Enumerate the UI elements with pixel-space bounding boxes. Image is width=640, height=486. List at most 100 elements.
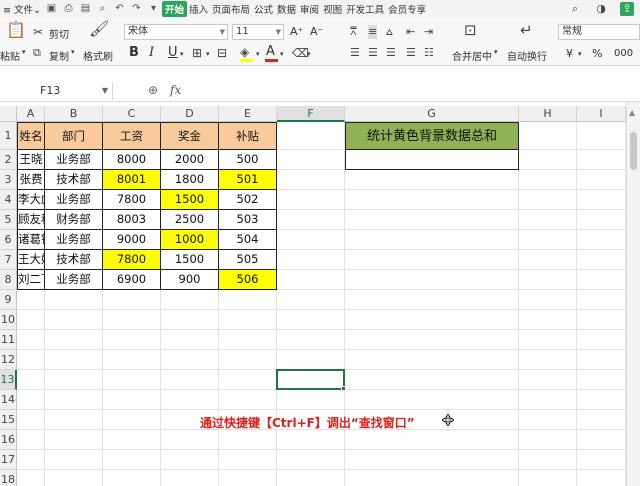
tab-view[interactable]: 视图 — [321, 2, 344, 16]
bold-button[interactable]: B — [129, 46, 139, 60]
eraser-dropdown-icon[interactable]: ▾ — [307, 50, 311, 58]
table-cell[interactable]: 8003 — [103, 210, 161, 230]
font-name-select[interactable]: 宋体 ▼ — [124, 24, 228, 40]
wrap-text-button[interactable]: 自动换行 — [507, 48, 547, 63]
border-dropdown-icon[interactable]: ▾ — [206, 50, 210, 58]
merge-dropdown-icon[interactable]: ▾ — [494, 48, 498, 56]
row-header-3[interactable]: 3 — [0, 170, 17, 190]
row-header-18[interactable]: 18 — [0, 470, 17, 486]
row-header-15[interactable]: 15 — [0, 410, 17, 430]
row-header-5[interactable]: 5 — [0, 210, 17, 230]
row-header-10[interactable]: 10 — [0, 310, 17, 330]
number-format-select[interactable]: 常规 — [558, 24, 640, 40]
selected-cell-f13[interactable] — [276, 369, 345, 390]
highlighted-table-cell[interactable]: 506 — [219, 270, 277, 290]
menu-file[interactable]: ≡ 文件⌄ — [0, 2, 43, 16]
font-color-button[interactable]: A — [266, 45, 275, 59]
thousands-button[interactable]: 000 — [614, 48, 633, 59]
table-cell[interactable]: 顾友秋 — [17, 210, 45, 230]
indent-decrease-icon[interactable]: ⇤ — [406, 25, 415, 39]
search-icon[interactable]: ⌕ — [568, 2, 582, 16]
fill-dropdown-icon[interactable]: ▾ — [256, 50, 260, 58]
zoom-magnifier-icon[interactable]: ⊕ — [148, 83, 158, 97]
currency-dropdown-icon[interactable]: ▾ — [578, 50, 582, 58]
fill-color-icon[interactable]: ◈ — [240, 45, 249, 59]
row-header-16[interactable]: 16 — [0, 430, 17, 450]
print-preview-icon[interactable]: ▤ — [79, 2, 92, 15]
row-header-7[interactable]: 7 — [0, 250, 17, 270]
row-header-9[interactable]: 9 — [0, 290, 17, 310]
align-center-icon[interactable]: ☰ — [368, 46, 378, 60]
align-left-icon[interactable]: ☰ — [350, 46, 360, 60]
column-header-f[interactable]: F — [277, 106, 345, 122]
format-painter-icon[interactable]: 🖌 — [89, 21, 109, 37]
table-cell[interactable]: 技术部 — [45, 250, 103, 270]
table-cell[interactable]: 500 — [219, 150, 277, 170]
justify-icon[interactable]: ☰ — [406, 46, 416, 60]
table-cell[interactable]: 9000 — [103, 230, 161, 250]
table-cell[interactable]: 2000 — [161, 150, 219, 170]
font-color-dropdown-icon[interactable]: ▾ — [280, 50, 284, 58]
highlighted-table-cell[interactable]: 8001 — [103, 170, 161, 190]
table-cell[interactable]: 王大妞 — [17, 250, 45, 270]
underline-button[interactable]: U — [168, 46, 178, 60]
align-top-icon[interactable]: ⩞ — [350, 25, 357, 39]
table-cell[interactable]: 刘二飞 — [17, 270, 45, 290]
tab-data[interactable]: 数据 — [275, 2, 298, 16]
row-header-8[interactable]: 8 — [0, 270, 17, 290]
copy-icon[interactable]: ⧉ — [33, 46, 41, 60]
indent-increase-icon[interactable]: ⇥ — [424, 25, 433, 39]
table-cell[interactable]: 诸葛镇 — [17, 230, 45, 250]
table-cell[interactable]: 6900 — [103, 270, 161, 290]
print-icon[interactable]: ⎙ — [62, 2, 75, 15]
column-header-a[interactable]: A — [17, 106, 45, 122]
summary-value-cell[interactable] — [345, 150, 519, 170]
column-header-h[interactable]: H — [519, 106, 577, 122]
copy-button[interactable]: 复制 — [49, 48, 69, 63]
table-cell[interactable]: 505 — [219, 250, 277, 270]
table-cell[interactable]: 8000 — [103, 150, 161, 170]
table-cell[interactable]: 2500 — [161, 210, 219, 230]
align-right-icon[interactable]: ☰ — [386, 46, 396, 60]
distribute-icon[interactable]: ☷ — [424, 46, 434, 60]
insert-function-button[interactable]: fx — [170, 83, 181, 97]
align-bottom-icon[interactable]: ⩟ — [386, 25, 393, 39]
quick-access-dropdown-icon[interactable]: ▾ — [147, 2, 160, 15]
column-header-i[interactable]: I — [577, 106, 626, 122]
row-header-12[interactable]: 12 — [0, 350, 17, 370]
table-cell[interactable]: 技术部 — [45, 170, 103, 190]
percent-button[interactable]: % — [592, 47, 602, 60]
row-header-13[interactable]: 13 — [0, 370, 17, 390]
table-header-cell[interactable]: 姓名 — [17, 122, 45, 150]
redo-icon[interactable]: ↷ — [130, 2, 143, 15]
vertical-scrollbar[interactable]: ▲ — [626, 102, 640, 486]
highlighted-table-cell[interactable]: 7800 — [103, 250, 161, 270]
table-cell[interactable]: 张费 — [17, 170, 45, 190]
row-header-17[interactable]: 17 — [0, 450, 17, 470]
paste-dropdown-icon[interactable]: ▾ — [22, 48, 26, 56]
scissors-icon[interactable]: ✂ — [33, 25, 43, 39]
table-header-cell[interactable]: 工资 — [103, 122, 161, 150]
border-icon[interactable]: ⊞ — [192, 46, 202, 60]
tab-home[interactable]: 开始 — [161, 0, 187, 17]
tab-insert[interactable]: 插入 — [187, 2, 210, 16]
table-cell[interactable]: 502 — [219, 190, 277, 210]
row-header-1[interactable]: 1 — [0, 122, 17, 150]
tab-developer[interactable]: 开发工具 — [344, 2, 386, 16]
table-cell[interactable]: 504 — [219, 230, 277, 250]
tab-member[interactable]: 会员专享 — [386, 2, 428, 16]
font-size-select[interactable]: 11 ▼ — [232, 24, 284, 40]
row-header-11[interactable]: 11 — [0, 330, 17, 350]
row-header-4[interactable]: 4 — [0, 190, 17, 210]
copy-dropdown-icon[interactable]: ▾ — [71, 48, 75, 56]
column-header-g[interactable]: G — [345, 106, 519, 122]
fill-handle[interactable] — [341, 386, 346, 391]
font-grow-button[interactable]: A⁺ — [290, 25, 303, 38]
column-header-e[interactable]: E — [219, 106, 277, 122]
preview-search-icon[interactable]: ⌕ — [96, 2, 109, 15]
column-header-c[interactable]: C — [103, 106, 161, 122]
skin-icon[interactable]: ◑ — [594, 2, 608, 16]
tab-formulas[interactable]: 公式 — [252, 2, 275, 16]
highlighted-table-cell[interactable]: 1000 — [161, 230, 219, 250]
formula-input[interactable] — [188, 82, 640, 100]
